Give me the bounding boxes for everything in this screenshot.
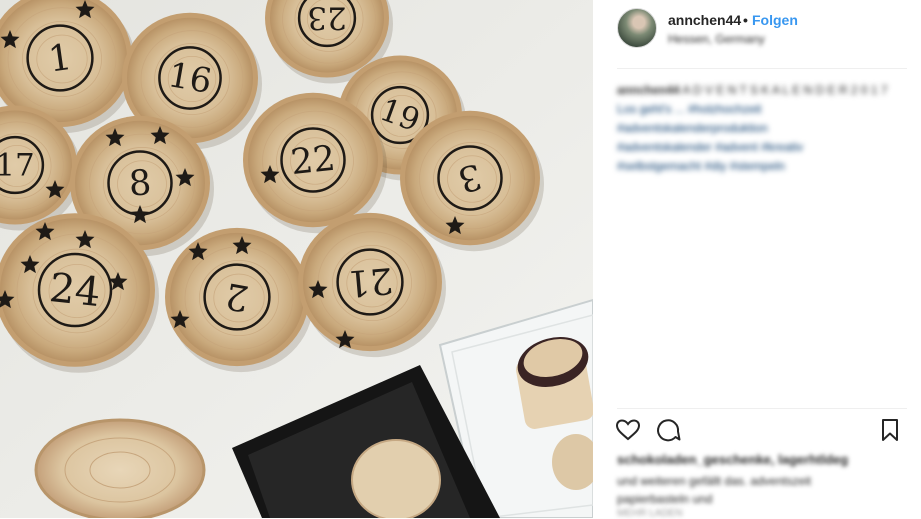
disc-number: 24 bbox=[47, 265, 102, 316]
caption-title: A D V E N T S K A L E N D E R 2 0 1 7 bbox=[682, 83, 888, 97]
load-more[interactable]: MEHR LADEN bbox=[617, 508, 683, 519]
caption-line[interactable]: #adventskalender #advent #kreativ bbox=[617, 138, 897, 157]
disc-number: 21 bbox=[345, 259, 394, 304]
likes-detail: und weiteren gefällt das. adventszeit pa… bbox=[617, 474, 812, 506]
disc-number: 17 bbox=[0, 148, 35, 184]
action-bar bbox=[613, 418, 907, 444]
disc-number: 8 bbox=[128, 163, 153, 204]
likes-summary[interactable]: schokoladen_geschenke, lagerhtldeg bbox=[617, 452, 848, 467]
wood-disc-bottom bbox=[34, 418, 206, 518]
disc-number: 22 bbox=[289, 139, 337, 183]
caption-line[interactable]: Los geht's ... #holzhochzeit bbox=[617, 100, 897, 119]
heart-icon[interactable] bbox=[615, 418, 643, 444]
post-photo[interactable]: 1 16 23 19 17 8 22 3 24 2 21 bbox=[0, 0, 593, 518]
header-username[interactable]: annchen44 bbox=[668, 12, 741, 28]
caption: annchen44 A D V E N T S K A L E N D E R … bbox=[617, 81, 897, 176]
bookmark-icon[interactable] bbox=[879, 418, 907, 444]
disc-number: 23 bbox=[307, 0, 346, 35]
photo-canvas: 1 16231917 822 324 2 21 bbox=[0, 0, 593, 518]
follow-button[interactable]: Folgen bbox=[752, 12, 798, 28]
location-link[interactable]: Hessen, Germany bbox=[668, 32, 765, 46]
disc-number: 16 bbox=[165, 55, 215, 102]
comment-icon[interactable] bbox=[655, 418, 683, 444]
caption-username[interactable]: annchen44 bbox=[617, 83, 680, 97]
caption-line[interactable]: #adventskalenderproduktion bbox=[617, 119, 897, 138]
post-sidebar: annchen44 • Folgen Hessen, Germany annch… bbox=[593, 0, 921, 519]
avatar[interactable] bbox=[617, 8, 657, 48]
header-divider bbox=[617, 68, 907, 69]
caption-line[interactable]: #selbstgemacht #diy #stempeln bbox=[617, 157, 897, 176]
header-separator: • bbox=[743, 12, 748, 28]
actions-divider bbox=[617, 408, 907, 409]
